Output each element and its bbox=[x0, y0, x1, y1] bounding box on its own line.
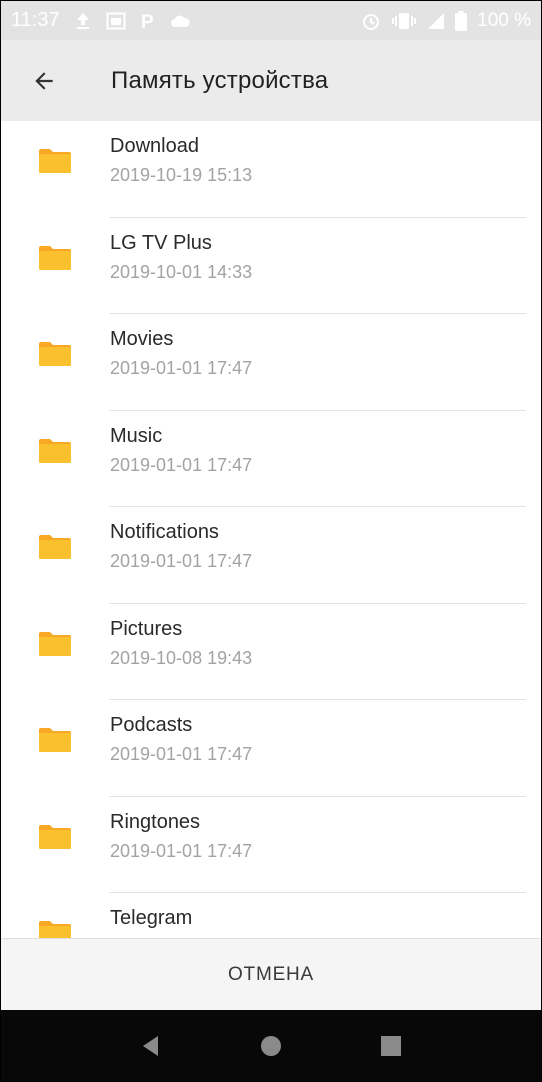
alarm-icon bbox=[361, 11, 381, 31]
status-left: 11:37 P bbox=[1, 9, 190, 32]
system-nav-bar bbox=[1, 1010, 541, 1081]
file-name: Music bbox=[110, 424, 163, 447]
signal-icon bbox=[427, 12, 445, 30]
folder-icon bbox=[39, 149, 71, 173]
status-right: 100 % bbox=[361, 10, 541, 32]
folder-icon bbox=[39, 824, 71, 849]
file-list-item[interactable]: Music 2019-01-01 17:47 bbox=[1, 411, 541, 507]
file-name: Download bbox=[110, 135, 199, 157]
file-date: 2019-10-01 14:33 bbox=[110, 261, 253, 282]
folder-icon bbox=[39, 245, 71, 270]
back-button[interactable] bbox=[19, 56, 69, 106]
screen: 11:37 P 100 % Память устройства Download… bbox=[1, 1, 541, 1081]
file-name: Podcasts bbox=[110, 714, 193, 736]
file-date: 2019-01-01 17:47 bbox=[110, 454, 253, 475]
app-bar: Память устройства bbox=[1, 40, 541, 121]
folder-icon bbox=[39, 728, 71, 752]
folder-icon bbox=[39, 535, 71, 559]
nav-recents-button[interactable] bbox=[363, 1018, 419, 1074]
upload-icon bbox=[74, 11, 92, 31]
file-date: 2019-10-08 19:43 bbox=[110, 647, 253, 668]
vibrate-icon bbox=[391, 11, 417, 31]
file-list[interactable]: Download 2019-10-19 15:13 LG TV Plus 2019-1… bbox=[1, 121, 541, 938]
file-date: 2019-01-01 17:47 bbox=[110, 744, 253, 764]
file-list-item[interactable]: Podcasts 2019-01-01 17:47 bbox=[1, 700, 541, 797]
cloud-icon bbox=[170, 14, 190, 28]
file-name: Telegram bbox=[110, 907, 193, 929]
footer-bar: ОТМЕНА bbox=[1, 938, 541, 1010]
status-time: 11:37 bbox=[11, 9, 60, 31]
file-list-item[interactable]: Pictures 2019-10-08 19:43 bbox=[1, 604, 541, 700]
file-list-item[interactable]: LG TV Plus 2019-10-01 14:33 bbox=[1, 218, 541, 314]
file-date: 2019-01-01 17:47 bbox=[110, 840, 253, 861]
folder-icon bbox=[39, 342, 71, 366]
file-list-item[interactable]: Movies 2019-01-01 17:47 bbox=[1, 314, 541, 411]
screenshot-icon bbox=[106, 12, 126, 30]
folder-icon bbox=[39, 438, 71, 463]
page-title: Память устройства bbox=[111, 66, 329, 94]
battery-percent: 100 % bbox=[477, 9, 531, 31]
file-name: Notifications bbox=[110, 521, 219, 543]
p-app-glyph: P bbox=[141, 12, 154, 31]
nav-back-button[interactable] bbox=[123, 1018, 179, 1074]
folder-icon bbox=[39, 921, 71, 938]
nav-recents-icon bbox=[381, 1035, 401, 1056]
folder-icon bbox=[39, 631, 71, 656]
file-list-item[interactable]: Telegram bbox=[1, 893, 541, 938]
battery-icon bbox=[455, 10, 468, 31]
cancel-button[interactable]: ОТМЕНА bbox=[200, 952, 342, 998]
nav-home-icon bbox=[261, 1035, 281, 1056]
file-list-item[interactable]: Download 2019-10-19 15:13 bbox=[1, 121, 541, 218]
nav-home-button[interactable] bbox=[243, 1018, 299, 1074]
file-list-item[interactable]: Ringtones 2019-01-01 17:47 bbox=[1, 797, 541, 893]
file-date: 2019-01-01 17:47 bbox=[110, 358, 253, 378]
p-app-icon: P bbox=[140, 11, 156, 31]
nav-back-icon bbox=[143, 1035, 158, 1056]
file-name: Ringtones bbox=[110, 810, 201, 833]
file-date: 2019-10-19 15:13 bbox=[110, 165, 253, 185]
file-date: 2019-01-01 17:47 bbox=[110, 551, 253, 571]
file-name: LG TV Plus bbox=[110, 231, 212, 254]
status-bar: 11:37 P 100 % bbox=[1, 1, 541, 40]
file-name: Movies bbox=[110, 328, 174, 350]
arrow-back-icon bbox=[35, 71, 53, 90]
file-list-item[interactable]: Notifications 2019-01-01 17:47 bbox=[1, 507, 541, 604]
file-name: Pictures bbox=[110, 617, 183, 640]
